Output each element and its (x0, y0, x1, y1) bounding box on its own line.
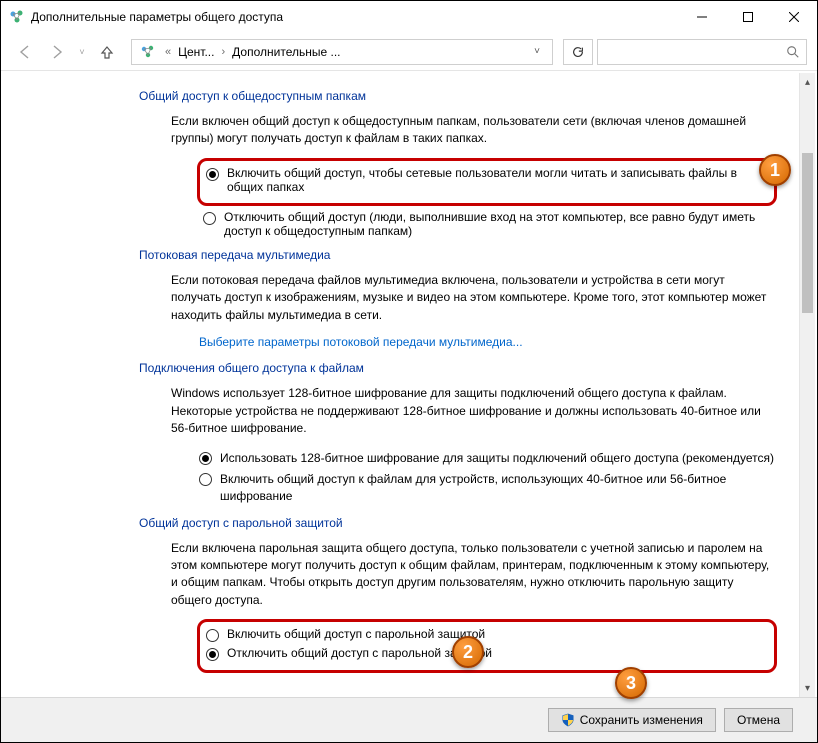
radio-label: Использовать 128-битное шифрование для з… (220, 450, 774, 467)
chevron-right-icon: › (218, 46, 228, 58)
save-button-label: Сохранить изменения (580, 713, 703, 727)
breadcrumb-part[interactable]: Цент... (176, 45, 216, 59)
radio-icon (206, 648, 219, 661)
search-input[interactable] (597, 39, 807, 65)
chevron-left-icon: « (162, 46, 174, 58)
section-heading-public-folders: Общий доступ к общедоступным папкам (139, 89, 777, 103)
chevron-down-icon[interactable]: ˅ (526, 46, 548, 57)
search-icon (786, 45, 800, 59)
scroll-up-arrow[interactable]: ▴ (800, 73, 815, 91)
titlebar: Дополнительные параметры общего доступа (1, 1, 817, 33)
breadcrumb-part[interactable]: Дополнительные ... (230, 45, 342, 59)
shield-icon (561, 713, 575, 727)
radio-enc-128[interactable]: Использовать 128-битное шифрование для з… (199, 448, 777, 469)
radio-icon (199, 452, 212, 465)
section-heading-fileconn: Подключения общего доступа к файлам (139, 361, 777, 375)
close-button[interactable] (771, 1, 817, 33)
toolbar: ˅ « Цент... › Дополнительные ... ˅ (1, 33, 817, 71)
highlight-box-1: Включить общий доступ, чтобы сетевые пол… (197, 158, 777, 206)
radio-label: Включить общий доступ, чтобы сетевые пол… (227, 166, 768, 194)
section-heading-media: Потоковая передача мультимедиа (139, 248, 777, 262)
address-bar[interactable]: « Цент... › Дополнительные ... ˅ (131, 39, 553, 65)
content-pane: Общий доступ к общедоступным папкам Если… (1, 73, 817, 697)
radio-public-disable[interactable]: Отключить общий доступ (люди, выполнивши… (203, 208, 777, 240)
section-desc: Если потоковая передача файлов мультимед… (171, 272, 777, 324)
radio-password-disable[interactable]: Отключить общий доступ с парольной защит… (206, 644, 768, 663)
recent-dropdown-icon[interactable]: ˅ (75, 38, 89, 66)
up-button[interactable] (93, 38, 121, 66)
refresh-button[interactable] (563, 39, 593, 65)
section-desc: Если включена парольная защита общего до… (171, 540, 777, 610)
network-icon (140, 44, 156, 60)
radio-label: Включить общий доступ с парольной защито… (227, 627, 485, 641)
section-desc: Если включен общий доступ к общедоступны… (171, 113, 777, 148)
radio-enc-40-56[interactable]: Включить общий доступ к файлам для устро… (199, 469, 777, 508)
cancel-button-label: Отмена (737, 713, 780, 727)
cancel-button[interactable]: Отмена (724, 708, 793, 732)
callout-1: 1 (759, 154, 791, 186)
forward-button[interactable] (43, 38, 71, 66)
radio-label: Включить общий доступ к файлам для устро… (220, 471, 777, 506)
radio-public-enable[interactable]: Включить общий доступ, чтобы сетевые пол… (206, 164, 768, 196)
back-button[interactable] (11, 38, 39, 66)
radio-password-enable[interactable]: Включить общий доступ с парольной защито… (206, 625, 768, 644)
minimize-button[interactable] (679, 1, 725, 33)
vertical-scrollbar[interactable]: ▴ ▾ (799, 73, 815, 697)
footer: Сохранить изменения Отмена (1, 697, 817, 742)
scroll-down-arrow[interactable]: ▾ (800, 679, 815, 697)
section-desc: Windows использует 128-битное шифрование… (171, 385, 777, 437)
radio-icon (206, 168, 219, 181)
radio-label: Отключить общий доступ (люди, выполнивши… (224, 210, 777, 238)
radio-icon (206, 629, 219, 642)
section-heading-password: Общий доступ с парольной защитой (139, 516, 777, 530)
scroll-thumb[interactable] (802, 153, 813, 313)
callout-3: 3 (615, 667, 647, 699)
callout-2: 2 (452, 636, 484, 668)
save-button[interactable]: Сохранить изменения (548, 708, 716, 732)
radio-icon (199, 473, 212, 486)
window-title: Дополнительные параметры общего доступа (31, 10, 283, 24)
radio-icon (203, 212, 216, 225)
maximize-button[interactable] (725, 1, 771, 33)
media-settings-link[interactable]: Выберите параметры потоковой передачи му… (199, 335, 523, 349)
highlight-box-2: Включить общий доступ с парольной защито… (197, 619, 777, 673)
network-icon (9, 9, 25, 25)
